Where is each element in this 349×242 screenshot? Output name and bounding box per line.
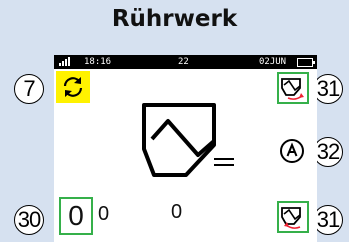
battery-icon xyxy=(297,58,315,67)
device-screen: 18:16 22 02JUN 0 0 0 xyxy=(54,55,317,242)
auto-mode-icon xyxy=(280,139,304,163)
counter-primary: 0 xyxy=(68,200,84,231)
page-title: Rührwerk xyxy=(111,6,238,32)
tilt-up-button[interactable] xyxy=(277,72,309,104)
tilt-up-icon xyxy=(281,78,304,100)
callout-rotate: 7 xyxy=(14,74,44,104)
callout-bottom-right: 31 xyxy=(313,205,343,235)
status-date: 02JUN xyxy=(259,57,287,67)
callout-top-right: 31 xyxy=(313,74,343,104)
tilt-down-icon xyxy=(281,207,301,229)
counter-box[interactable]: 0 xyxy=(59,197,93,235)
counter-secondary: 0 xyxy=(98,203,110,225)
auto-button[interactable] xyxy=(277,136,307,166)
callout-auto: 32 xyxy=(313,137,343,167)
mixer-tank-icon xyxy=(142,103,234,177)
counter-center: 0 xyxy=(171,201,183,223)
rotate-arrows-icon xyxy=(63,77,83,97)
status-time: 18:16 xyxy=(84,57,112,67)
status-bar: 18:16 22 02JUN xyxy=(54,55,317,69)
callout-counter: 30 xyxy=(14,205,44,235)
rotate-button[interactable] xyxy=(56,71,90,103)
status-center: 22 xyxy=(178,57,189,67)
tilt-down-button[interactable] xyxy=(277,201,309,233)
